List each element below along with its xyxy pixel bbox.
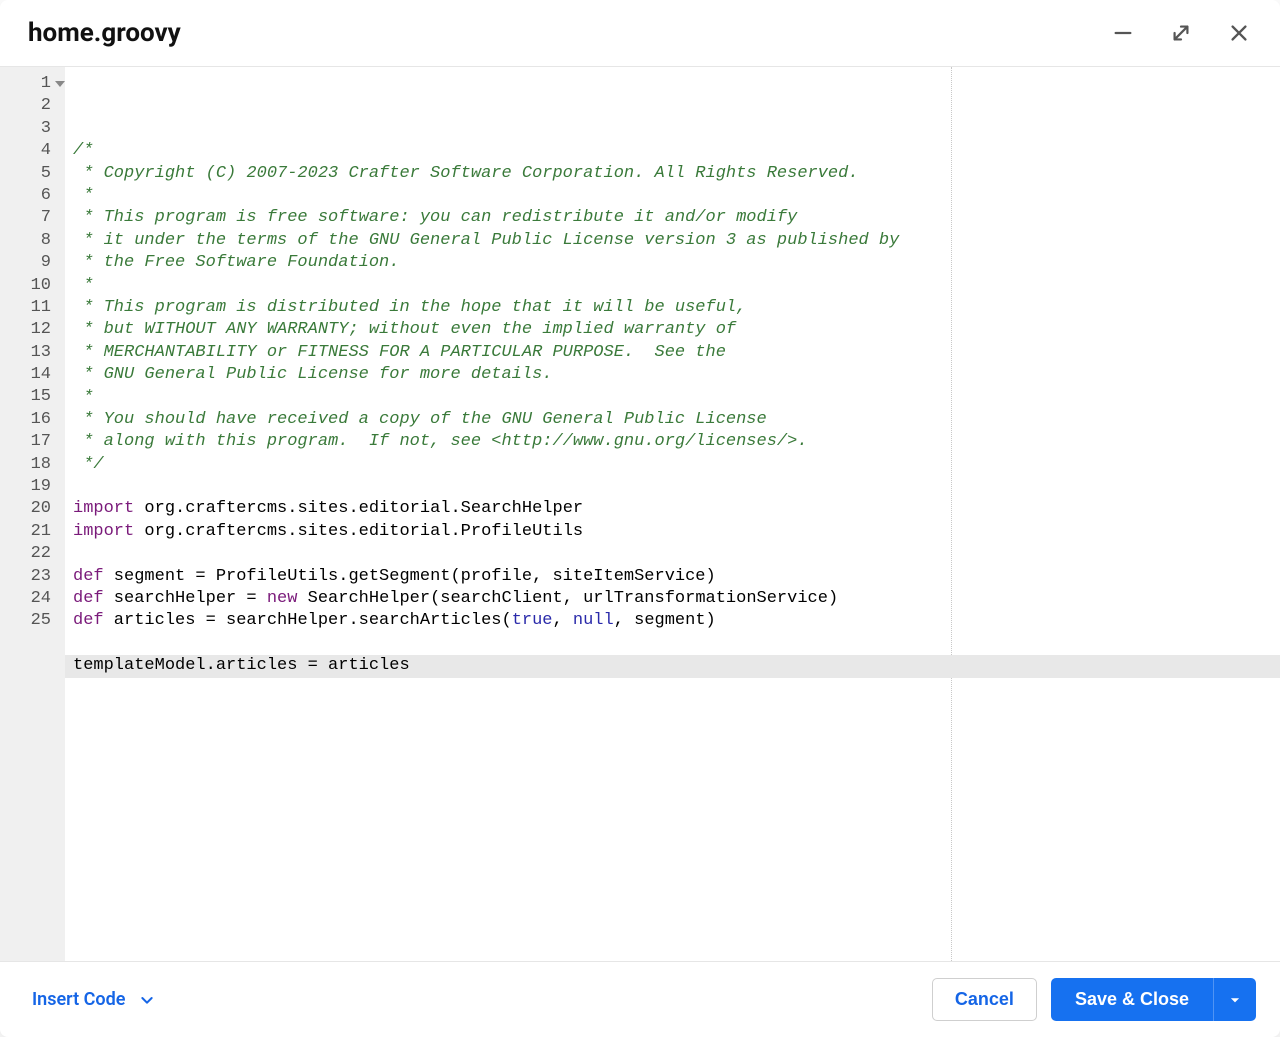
code-line[interactable]: * but WITHOUT ANY WARRANTY; without even…: [65, 319, 1280, 341]
code-editor-dialog: home.groovy 1234567891011121314151617181…: [0, 0, 1280, 1037]
code-line[interactable]: def searchHelper = new SearchHelper(sear…: [65, 588, 1280, 610]
window-controls: [1112, 22, 1250, 44]
code-line[interactable]: *: [65, 275, 1280, 297]
code-line[interactable]: def segment = ProfileUtils.getSegment(pr…: [65, 566, 1280, 588]
line-number: 2: [0, 95, 65, 117]
line-number: 4: [0, 140, 65, 162]
line-number: 11: [0, 297, 65, 319]
code-line[interactable]: [65, 476, 1280, 498]
code-area[interactable]: /* * Copyright (C) 2007-2023 Crafter Sof…: [65, 67, 1280, 961]
titlebar: home.groovy: [0, 0, 1280, 67]
editor: 1234567891011121314151617181920212223242…: [0, 67, 1280, 961]
line-number: 21: [0, 521, 65, 543]
chevron-down-icon: [139, 992, 155, 1008]
line-number: 20: [0, 498, 65, 520]
code-line[interactable]: *: [65, 387, 1280, 409]
insert-code-label: Insert Code: [32, 989, 125, 1010]
save-close-button[interactable]: Save & Close: [1051, 978, 1213, 1021]
code-line[interactable]: /*: [65, 140, 1280, 162]
line-number: 24: [0, 588, 65, 610]
line-number: 14: [0, 364, 65, 386]
line-number: 7: [0, 207, 65, 229]
line-number: 6: [0, 185, 65, 207]
code-line[interactable]: * GNU General Public License for more de…: [65, 364, 1280, 386]
line-number: 19: [0, 476, 65, 498]
cancel-button[interactable]: Cancel: [932, 978, 1037, 1021]
maximize-button[interactable]: [1170, 22, 1192, 44]
line-number: 1: [0, 73, 65, 95]
line-number: 8: [0, 230, 65, 252]
line-number: 15: [0, 386, 65, 408]
code-line[interactable]: * This program is distributed in the hop…: [65, 297, 1280, 319]
code-line[interactable]: * MERCHANTABILITY or FITNESS FOR A PARTI…: [65, 342, 1280, 364]
close-button[interactable]: [1228, 22, 1250, 44]
line-number: 23: [0, 566, 65, 588]
code-line[interactable]: [65, 543, 1280, 565]
line-number: 3: [0, 118, 65, 140]
code-line[interactable]: [65, 678, 1280, 700]
code-line[interactable]: * This program is free software: you can…: [65, 207, 1280, 229]
footer: Insert Code Cancel Save & Close: [0, 961, 1280, 1037]
line-number: 17: [0, 431, 65, 453]
code-line[interactable]: templateModel.articles = articles: [65, 655, 1280, 677]
line-number: 22: [0, 543, 65, 565]
close-icon: [1228, 22, 1250, 44]
code-line[interactable]: * the Free Software Foundation.: [65, 252, 1280, 274]
line-gutter: 1234567891011121314151617181920212223242…: [0, 67, 65, 961]
line-number: 25: [0, 610, 65, 632]
line-number: 12: [0, 319, 65, 341]
code-line[interactable]: [65, 633, 1280, 655]
minimize-icon: [1112, 22, 1134, 44]
line-number: 9: [0, 252, 65, 274]
line-number: 5: [0, 163, 65, 185]
code-line[interactable]: * You should have received a copy of the…: [65, 409, 1280, 431]
code-line[interactable]: * Copyright (C) 2007-2023 Crafter Softwa…: [65, 163, 1280, 185]
footer-actions: Cancel Save & Close: [932, 978, 1256, 1021]
line-number: 13: [0, 342, 65, 364]
code-line[interactable]: * along with this program. If not, see <…: [65, 431, 1280, 453]
code-line[interactable]: import org.craftercms.sites.editorial.Se…: [65, 498, 1280, 520]
file-title: home.groovy: [28, 18, 181, 48]
code-line[interactable]: def articles = searchHelper.searchArticl…: [65, 610, 1280, 632]
save-options-dropdown[interactable]: [1213, 978, 1256, 1021]
code-line[interactable]: */: [65, 454, 1280, 476]
code-line[interactable]: import org.craftercms.sites.editorial.Pr…: [65, 521, 1280, 543]
code-line[interactable]: * it under the terms of the GNU General …: [65, 230, 1280, 252]
line-number: 18: [0, 454, 65, 476]
insert-code-dropdown[interactable]: Insert Code: [32, 989, 155, 1010]
code-line[interactable]: *: [65, 185, 1280, 207]
expand-icon: [1170, 22, 1192, 44]
line-number: 10: [0, 275, 65, 297]
minimize-button[interactable]: [1112, 22, 1134, 44]
save-split-button: Save & Close: [1051, 978, 1256, 1021]
line-number: 16: [0, 409, 65, 431]
caret-down-icon: [1228, 993, 1242, 1007]
